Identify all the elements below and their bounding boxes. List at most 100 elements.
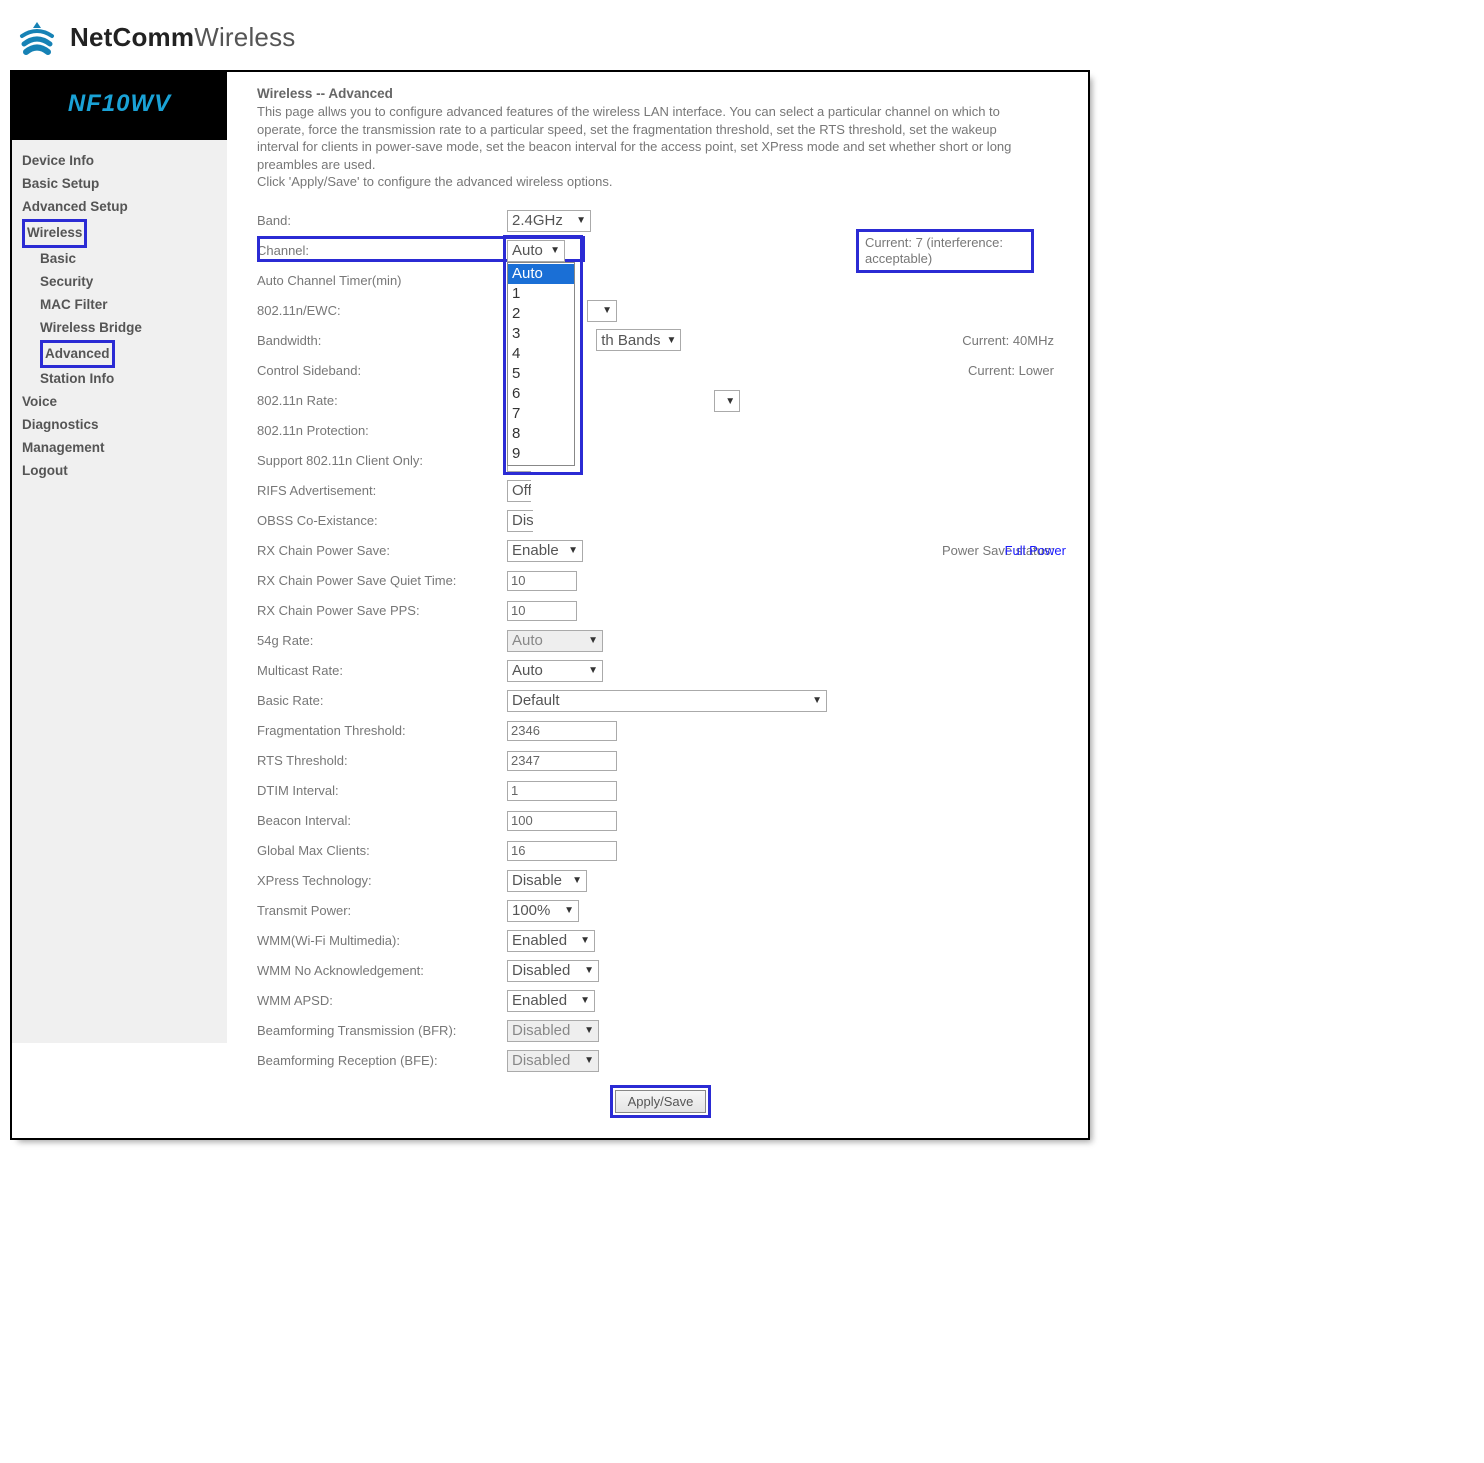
rx-ps-status-value: Full Power	[1005, 543, 1066, 558]
input-beacon[interactable]	[507, 811, 617, 831]
label-client-only: Support 802.11n Client Only:	[257, 453, 507, 468]
select-txpower[interactable]: 100%▼	[507, 900, 579, 922]
select-rx-ps[interactable]: Enable▼	[507, 540, 583, 562]
label-obss: OBSS Co-Existance:	[257, 513, 507, 528]
form: Current: 7 (interference: acceptable) Ba…	[257, 207, 1064, 1118]
chevron-down-icon: ▼	[602, 305, 612, 316]
input-dtim[interactable]	[507, 781, 617, 801]
nav-wireless-macfilter[interactable]: MAC Filter	[40, 294, 221, 317]
nav-wireless-station[interactable]: Station Info	[40, 368, 221, 391]
channel-option[interactable]: Auto	[508, 264, 574, 284]
nav-basic-setup[interactable]: Basic Setup	[22, 173, 221, 196]
label-wmm-apsd: WMM APSD:	[257, 993, 507, 1008]
chevron-down-icon: ▼	[568, 545, 578, 556]
select-obss[interactable]: Dis	[507, 510, 533, 532]
chevron-down-icon: ▼	[588, 665, 598, 676]
input-rx-ps-qt[interactable]	[507, 571, 577, 591]
chevron-down-icon: ▼	[572, 875, 582, 886]
select-basic-rate[interactable]: Default▼	[507, 690, 827, 712]
chevron-down-icon: ▼	[576, 215, 586, 226]
content: Wireless -- Advanced This page allws you…	[227, 72, 1088, 1138]
channel-option[interactable]: 4	[508, 344, 574, 364]
chevron-down-icon: ▼	[580, 995, 590, 1006]
input-rts[interactable]	[507, 751, 617, 771]
channel-option[interactable]: 8	[508, 424, 574, 444]
select-bandwidth-bands[interactable]: th Bands▼	[596, 329, 681, 351]
label-band: Band:	[257, 213, 507, 228]
page-desc2: Click 'Apply/Save' to configure the adva…	[257, 173, 1037, 191]
channel-current-status: Current: 7 (interference: acceptable)	[856, 229, 1034, 274]
channel-dropdown-list[interactable]: Auto 1 2 3 4 5 6 7 8 9	[507, 262, 575, 466]
sidebar: NF10WV Device Info Basic Setup Advanced …	[12, 72, 227, 1043]
nav-wireless[interactable]: Wireless	[22, 219, 87, 248]
nav-voice[interactable]: Voice	[22, 391, 221, 414]
chevron-down-icon: ▼	[580, 935, 590, 946]
label-rts: RTS Threshold:	[257, 753, 507, 768]
channel-option[interactable]: 3	[508, 324, 574, 344]
nav-wireless-advanced[interactable]: Advanced	[40, 340, 115, 369]
select-wmm[interactable]: Enabled▼	[507, 930, 595, 952]
nav: Device Info Basic Setup Advanced Setup W…	[12, 140, 227, 1043]
channel-option[interactable]: 2	[508, 304, 574, 324]
label-rx-ps-qt: RX Chain Power Save Quiet Time:	[257, 573, 507, 588]
label-wmm-noack: WMM No Acknowledgement:	[257, 963, 507, 978]
nav-logout[interactable]: Logout	[22, 460, 221, 483]
app-frame: NF10WV Device Info Basic Setup Advanced …	[10, 70, 1090, 1140]
chevron-down-icon: ▼	[584, 1025, 594, 1036]
chevron-down-icon: ▼	[666, 335, 676, 346]
select-wmm-noack[interactable]: Disabled▼	[507, 960, 599, 982]
channel-option[interactable]: 6	[508, 384, 574, 404]
select-mcast[interactable]: Auto▼	[507, 660, 603, 682]
select-channel[interactable]: Auto▼	[507, 240, 565, 262]
select-xpress[interactable]: Disable▼	[507, 870, 587, 892]
label-channel: Channel:	[257, 243, 507, 258]
label-ctrl-sideband: Control Sideband:	[257, 363, 507, 378]
highlight-apply: Apply/Save	[610, 1085, 712, 1118]
select-band[interactable]: 2.4GHz▼	[507, 210, 591, 232]
chevron-down-icon: ▼	[564, 905, 574, 916]
label-mcast: Multicast Rate:	[257, 663, 507, 678]
channel-option[interactable]: 1	[508, 284, 574, 304]
page-title: Wireless -- Advanced	[257, 86, 1064, 101]
channel-option[interactable]: 5	[508, 364, 574, 384]
label-basic-rate: Basic Rate:	[257, 693, 507, 708]
label-rx-ps: RX Chain Power Save:	[257, 543, 507, 558]
apply-save-button[interactable]: Apply/Save	[615, 1090, 707, 1113]
nav-diagnostics[interactable]: Diagnostics	[22, 414, 221, 437]
chevron-down-icon: ▼	[725, 396, 735, 407]
label-beacon: Beacon Interval:	[257, 813, 507, 828]
wifi-icon	[16, 18, 58, 56]
select-rifs[interactable]: Off	[507, 480, 531, 502]
label-auto-timer: Auto Channel Timer(min)	[257, 273, 507, 288]
select-bfe[interactable]: Disabled▼	[507, 1050, 599, 1072]
nav-device-info[interactable]: Device Info	[22, 150, 221, 173]
label-54g: 54g Rate:	[257, 633, 507, 648]
input-frag[interactable]	[507, 721, 617, 741]
nav-wireless-bridge[interactable]: Wireless Bridge	[40, 317, 221, 340]
label-prot-n: 802.11n Protection:	[257, 423, 507, 438]
label-dtim: DTIM Interval:	[257, 783, 507, 798]
model-header: NF10WV	[12, 72, 227, 140]
chevron-down-icon: ▼	[588, 635, 598, 646]
ctrl-sideband-current: Current: Lower	[968, 363, 1064, 378]
label-rifs: RIFS Advertisement:	[257, 483, 507, 498]
input-rx-ps-pps[interactable]	[507, 601, 577, 621]
select-54g[interactable]: Auto▼	[507, 630, 603, 652]
channel-option[interactable]: 9	[508, 444, 574, 464]
select-bfr[interactable]: Disabled▼	[507, 1020, 599, 1042]
select-ewc[interactable]: ▼	[587, 300, 617, 322]
chevron-down-icon: ▼	[812, 695, 822, 706]
select-wmm-apsd[interactable]: Enabled▼	[507, 990, 595, 1012]
chevron-down-icon: ▼	[584, 1055, 594, 1066]
select-rate-n-right[interactable]: ▼	[714, 390, 740, 412]
label-bfr: Beamforming Transmission (BFR):	[257, 1023, 507, 1038]
nav-advanced-setup[interactable]: Advanced Setup	[22, 196, 221, 219]
channel-option[interactable]: 7	[508, 404, 574, 424]
input-gmc[interactable]	[507, 841, 617, 861]
chevron-down-icon: ▼	[550, 245, 560, 256]
label-bfe: Beamforming Reception (BFE):	[257, 1053, 507, 1068]
nav-wireless-basic[interactable]: Basic	[40, 248, 221, 271]
nav-wireless-security[interactable]: Security	[40, 271, 221, 294]
nav-management[interactable]: Management	[22, 437, 221, 460]
label-txpower: Transmit Power:	[257, 903, 507, 918]
